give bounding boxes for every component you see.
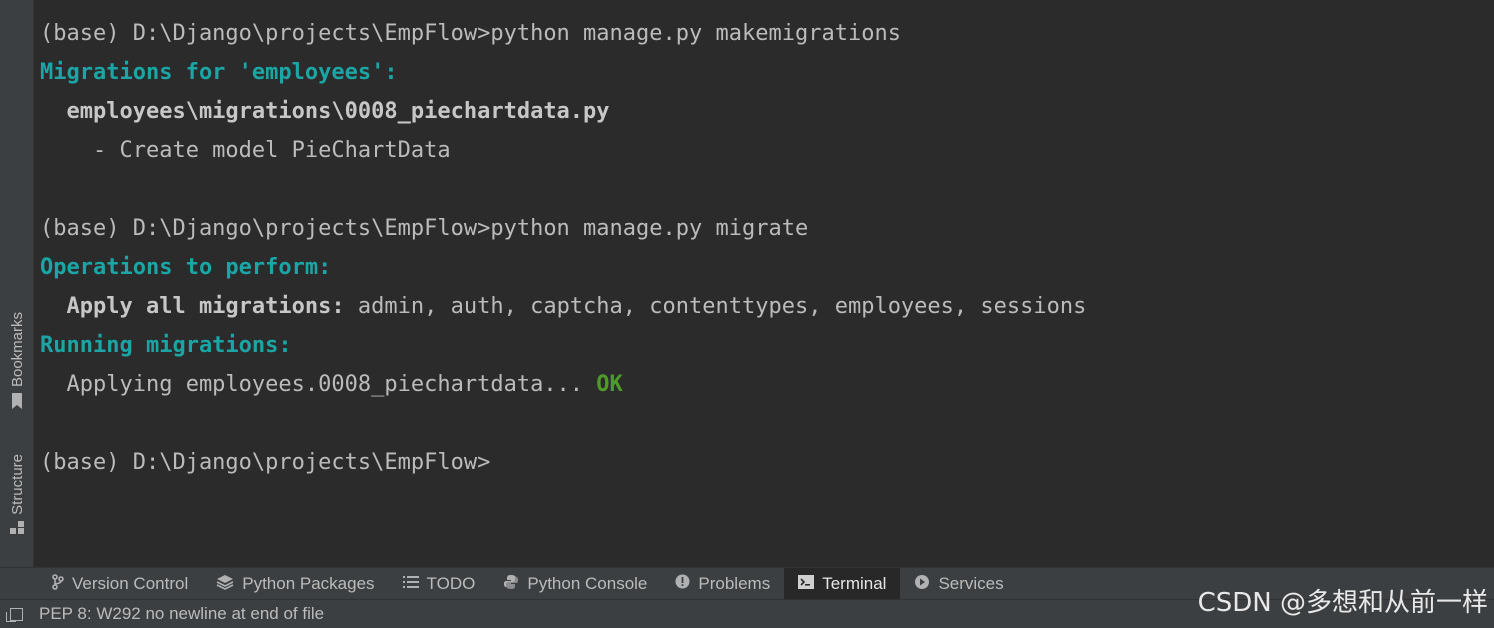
- terminal-line: (base) D:\Django\projects\EmpFlow>python…: [40, 216, 809, 241]
- tab-python-packages[interactable]: Python Packages: [202, 568, 388, 599]
- terminal-line: employees\migrations\0008_piechartdata.p…: [40, 99, 610, 124]
- tab-todo[interactable]: TODO: [389, 568, 490, 599]
- structure-icon: [10, 520, 24, 538]
- applying-migration-text: Applying employees.0008_piechartdata...: [40, 372, 584, 397]
- window-toggle-icon[interactable]: [6, 607, 23, 622]
- tab-problems[interactable]: Problems: [661, 568, 784, 599]
- bookmarks-label: Bookmarks: [8, 312, 26, 388]
- tab-version-control-label: Version Control: [72, 573, 189, 593]
- terminal-line: - Create model PieChartData: [40, 138, 451, 163]
- terminal-line: Running migrations:: [40, 333, 292, 358]
- tab-terminal-label: Terminal: [822, 573, 887, 593]
- terminal-line: Migrations for 'employees':: [40, 60, 398, 85]
- structure-tab[interactable]: Structure: [2, 454, 32, 538]
- tab-python-packages-label: Python Packages: [242, 573, 375, 593]
- tab-problems-label: Problems: [698, 573, 771, 593]
- tab-python-console-label: Python Console: [527, 573, 648, 593]
- watermark-text: CSDN @多想和从前一样: [1197, 588, 1488, 618]
- layers-icon: [216, 574, 234, 594]
- warning-icon: [675, 574, 690, 593]
- ok-status: OK: [583, 372, 623, 397]
- terminal-line: Apply all migrations: admin, auth, captc…: [40, 287, 1494, 326]
- services-icon: [914, 574, 930, 594]
- tab-version-control[interactable]: Version Control: [38, 568, 202, 599]
- terminal-line: Applying employees.0008_piechartdata... …: [40, 365, 1494, 404]
- tab-python-console[interactable]: Python Console: [489, 568, 661, 599]
- terminal-prompt-line[interactable]: (base) D:\Django\projects\EmpFlow>: [40, 443, 1494, 482]
- left-tool-rail: Bookmarks Structure: [0, 0, 34, 567]
- branch-icon: [52, 573, 64, 594]
- apply-migrations-label: Apply all migrations:: [40, 294, 345, 319]
- bookmark-icon: [11, 393, 23, 412]
- terminal-icon: [798, 574, 815, 593]
- structure-label: Structure: [8, 454, 26, 515]
- terminal-line: (base) D:\Django\projects\EmpFlow>python…: [40, 21, 901, 46]
- terminal-output[interactable]: (base) D:\Django\projects\EmpFlow>python…: [34, 0, 1494, 567]
- tab-services[interactable]: Services: [900, 568, 1017, 599]
- terminal-line: Operations to perform:: [40, 255, 332, 280]
- tab-services-label: Services: [938, 573, 1004, 593]
- python-icon: [503, 574, 519, 594]
- status-message: PEP 8: W292 no newline at end of file: [39, 604, 325, 623]
- bookmarks-tab[interactable]: Bookmarks: [2, 312, 32, 412]
- tab-terminal[interactable]: Terminal: [784, 568, 901, 599]
- apply-migrations-apps: admin, auth, captcha, contenttypes, empl…: [344, 294, 1087, 319]
- tab-todo-label: TODO: [426, 573, 476, 593]
- list-icon: [402, 575, 419, 593]
